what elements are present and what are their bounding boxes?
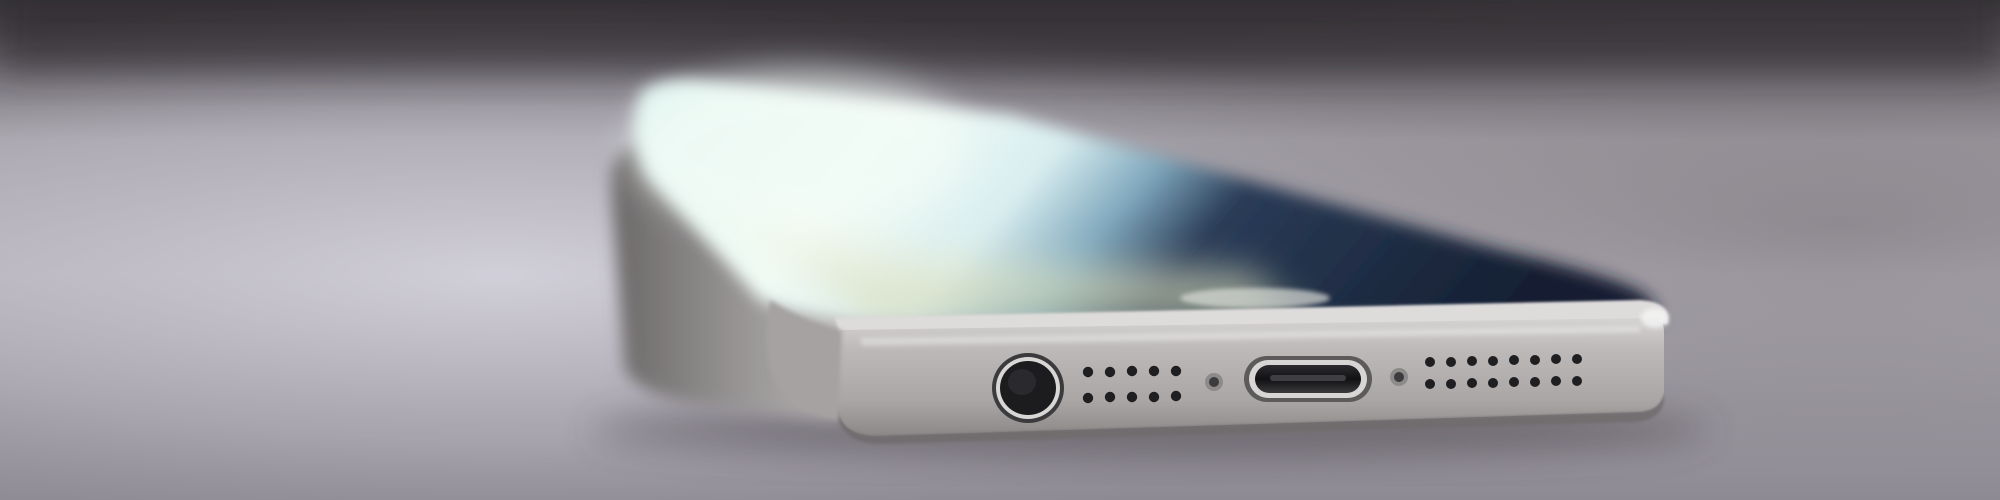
headphone-jack: [992, 353, 1064, 423]
dark-background-band: [0, 0, 2000, 70]
home-button-hint: [1180, 288, 1330, 308]
lightning-port: [1244, 356, 1372, 402]
screen-highlight: [630, 70, 970, 230]
left-screw: [1205, 373, 1223, 391]
corner-reflection: [1641, 308, 1669, 328]
right-screw: [1390, 368, 1408, 386]
photo-scene: [0, 0, 2000, 500]
phone-on-table-illustration: [0, 0, 2000, 500]
